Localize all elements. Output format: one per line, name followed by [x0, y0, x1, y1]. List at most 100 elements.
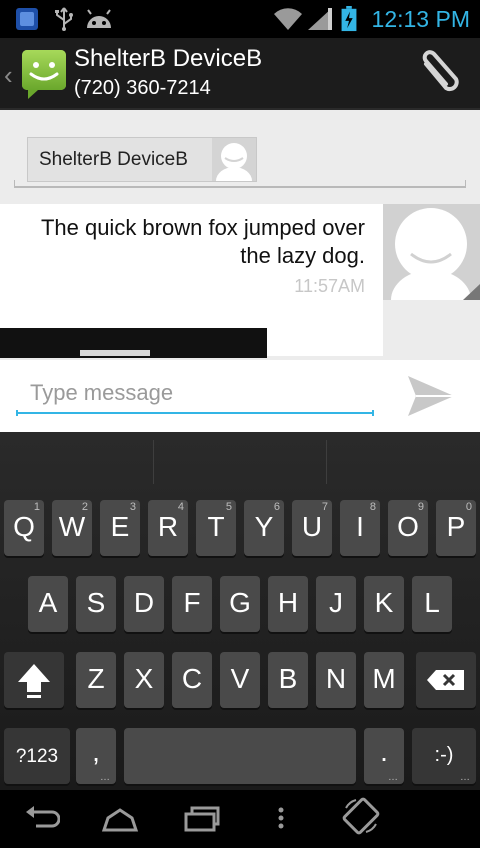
key-h[interactable]: H [268, 576, 308, 632]
key-i[interactable]: I8 [340, 500, 380, 556]
key-label: V [230, 663, 250, 694]
usb-icon [55, 7, 73, 31]
key-u[interactable]: U7 [292, 500, 332, 556]
key-r[interactable]: R4 [148, 500, 188, 556]
attach-icon[interactable] [410, 50, 464, 100]
key-q[interactable]: Q1 [4, 500, 44, 556]
android-debug-icon [87, 9, 111, 28]
key-n[interactable]: N [316, 652, 356, 708]
key-label: Z [87, 663, 105, 694]
key-e[interactable]: E3 [100, 500, 140, 556]
signal-icon [308, 8, 332, 30]
sender-avatar-icon[interactable] [383, 204, 480, 300]
up-caret-icon: ‹ [4, 60, 13, 90]
key-j[interactable]: J [316, 576, 356, 632]
conversation-phone-number: (720) 360-7214 [74, 77, 211, 99]
recipient-chip-label: ShelterB DeviceB [39, 149, 188, 170]
shift-icon [18, 664, 50, 698]
key-number-hint: 1 [33, 501, 40, 513]
key-label: N [325, 663, 347, 694]
home-up-button[interactable]: ‹ [0, 38, 70, 110]
key-label: L [424, 587, 440, 618]
message-input[interactable] [16, 374, 374, 414]
input-underline-right-tick [372, 410, 374, 416]
key-number-hint: 3 [129, 501, 136, 513]
navigation-bar [0, 790, 480, 848]
key-s[interactable]: S [76, 576, 116, 632]
key-label: X [134, 663, 154, 694]
conversation-title: ShelterB DeviceB [74, 45, 263, 72]
key-y[interactable]: Y6 [244, 500, 284, 556]
key-v[interactable]: V [220, 652, 260, 708]
key-b[interactable]: B [268, 652, 308, 708]
period-key[interactable]: . … [364, 728, 404, 784]
soft-keyboard: ?123 , … . … :-) … Q1W2E3R4T5Y6U7I8O9P0A… [0, 432, 480, 790]
recent-apps-icon[interactable] [182, 800, 220, 836]
key-number-hint: 5 [225, 501, 232, 513]
key-label: Y [254, 511, 274, 542]
rotate-icon[interactable] [342, 796, 380, 836]
key-number-hint: 7 [321, 501, 328, 513]
key-label: T [207, 511, 225, 542]
home-icon[interactable] [100, 800, 140, 836]
key-number-hint: 9 [417, 501, 424, 513]
message-bubble[interactable]: The quick brown fox jumped over the lazy… [0, 204, 383, 358]
comma-key[interactable]: , … [76, 728, 116, 784]
key-label: S [86, 587, 106, 618]
key-label: U [301, 511, 323, 542]
backspace-icon [427, 670, 464, 690]
recipient-chip[interactable]: ShelterB DeviceB [27, 137, 257, 182]
key-z[interactable]: Z [76, 652, 116, 708]
key-label: C [181, 663, 203, 694]
key-more-hint: … [388, 772, 398, 783]
space-key[interactable] [124, 728, 356, 784]
key-a[interactable]: A [28, 576, 68, 632]
key-label: I [356, 511, 364, 542]
send-icon[interactable] [404, 372, 456, 420]
back-icon[interactable] [22, 800, 60, 836]
key-label: Q [13, 511, 35, 542]
contact-avatar-icon [212, 138, 256, 181]
key-m[interactable]: M [364, 652, 404, 708]
key-more-hint: … [460, 772, 470, 783]
key-more-hint: … [100, 772, 110, 783]
key-g[interactable]: G [220, 576, 260, 632]
key-label: D [133, 587, 155, 618]
shift-key[interactable] [4, 652, 64, 708]
key-t[interactable]: T5 [196, 500, 236, 556]
conversation-area[interactable]: ShelterB DeviceB The quick brown fox jum… [0, 110, 480, 360]
comma-key-label: , [92, 736, 100, 767]
key-l[interactable]: L [412, 576, 452, 632]
key-f[interactable]: F [172, 576, 212, 632]
suggestion-strip[interactable] [0, 432, 480, 492]
battery-charging-icon [341, 6, 357, 32]
suggestion-divider [326, 440, 327, 484]
action-bar: ‹ ShelterB DeviceB (720) 360-7214 [0, 38, 480, 110]
menu-icon[interactable] [272, 800, 290, 836]
key-label: P [446, 511, 466, 542]
key-number-hint: 0 [465, 501, 472, 513]
key-label: H [277, 587, 299, 618]
key-o[interactable]: O9 [388, 500, 428, 556]
key-c[interactable]: C [172, 652, 212, 708]
delete-key[interactable] [416, 652, 476, 708]
message-attachment-image[interactable] [0, 328, 267, 358]
key-number-hint: 4 [177, 501, 184, 513]
key-w[interactable]: W2 [52, 500, 92, 556]
notification-app-icon [16, 8, 38, 30]
key-number-hint: 2 [81, 501, 88, 513]
key-d[interactable]: D [124, 576, 164, 632]
key-p[interactable]: P0 [436, 500, 476, 556]
smiley-key-label: :-) [434, 744, 454, 766]
key-k[interactable]: K [364, 576, 404, 632]
key-label: F [183, 587, 201, 618]
smiley-key[interactable]: :-) … [412, 728, 476, 784]
symbols-key[interactable]: ?123 [4, 728, 70, 784]
key-label: W [58, 511, 86, 542]
key-label: R [157, 511, 179, 542]
key-label: O [397, 511, 419, 542]
messaging-app-icon [22, 50, 66, 99]
key-label: K [374, 587, 394, 618]
compose-bar [0, 360, 480, 432]
key-x[interactable]: X [124, 652, 164, 708]
